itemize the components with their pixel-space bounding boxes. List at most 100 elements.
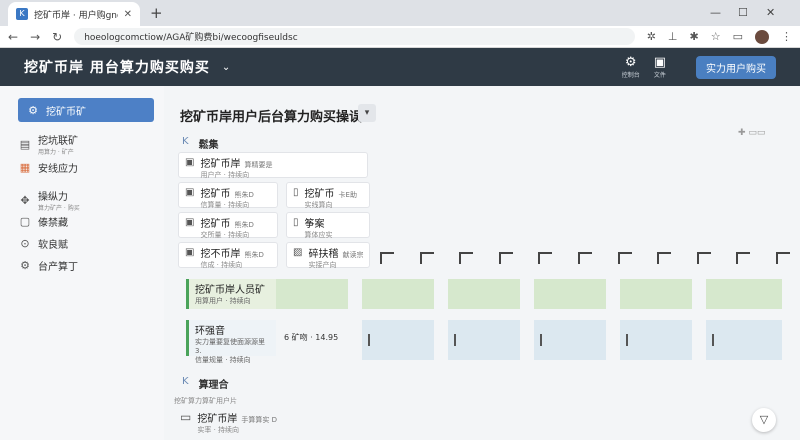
card-title: 碎扶稽 (308, 249, 339, 260)
buy-button[interactable]: 实力用户购买 (696, 55, 776, 79)
list-item[interactable]: ▯ 筝案 算体应实 (286, 212, 370, 239)
column-marker (498, 252, 513, 264)
sidebar-item-label: 挖坑联矿 (38, 136, 78, 147)
puzzle-icon[interactable]: ✱ (690, 30, 699, 43)
grid-icon: ▦ (19, 161, 31, 174)
card-sub: 实接产向 (308, 261, 337, 269)
sidebar-item-sub: 算力矿产 · 购买 (38, 205, 80, 212)
card-title: 挖矿币岸 (200, 159, 241, 170)
section-header: K 算理合 (182, 376, 229, 391)
gear-icon: ⚙ (28, 103, 38, 117)
console-label: 控制台 (621, 71, 640, 79)
cell-marker (368, 334, 370, 346)
folder-icon: ▣ (653, 54, 666, 70)
maximize-button[interactable]: ☐ (738, 6, 748, 19)
card-title: 挖不币岸 (200, 249, 241, 260)
section-marker: K (182, 376, 189, 387)
sidebar-item-operations[interactable]: ✥ 操纵力 算力矿产 · 购买 (18, 188, 154, 212)
favicon-icon: K (16, 8, 28, 20)
close-window-button[interactable]: ✕ (766, 6, 775, 19)
table-cell[interactable] (276, 279, 348, 309)
menu-icon[interactable]: ⋮ (781, 30, 792, 43)
table-cell[interactable] (706, 320, 782, 360)
settings-icon: ⚙ (20, 259, 30, 272)
forward-icon[interactable]: → (30, 30, 40, 44)
column-marker (775, 252, 790, 264)
extension-icon[interactable]: ✲ (647, 30, 656, 43)
page-title: 挖矿币岸用户后台算力购买操误 (180, 110, 363, 125)
table-cell[interactable] (448, 279, 520, 309)
cell-marker (626, 334, 628, 346)
table-row[interactable]: 挖矿币岸人员矿 用算用户 · 持续向 (186, 279, 276, 309)
document-icon: ▤ (19, 137, 31, 151)
list-item[interactable]: ▭ 挖矿币岸 手算算实 D 实率 · 持续向 (180, 410, 277, 435)
table-cell[interactable] (448, 320, 520, 360)
reload-icon[interactable]: ↻ (52, 30, 62, 44)
section-title: 鬆集 (198, 140, 219, 151)
list-item[interactable]: ▣ 挖不币岸 熊朱D 信成 · 持续向 (178, 242, 278, 269)
list-item[interactable]: ▯ 挖矿币 卡E助 实线算向 (286, 182, 370, 209)
sidebar-icon[interactable]: ▭ (733, 30, 743, 43)
filter-icon: ▽ (759, 413, 769, 426)
browser-tab[interactable]: K 挖矿币岸 · 用户购gnoman会 ✕ (8, 2, 140, 26)
clipboard-icon: ▣ (185, 157, 195, 168)
card-title: 挖矿币岸 (197, 414, 238, 425)
browser-toolbar: ← → ↻ hoeologcomctiow/AGA矿购费bi/wecoogfis… (0, 26, 800, 48)
sidebar-item-mining-union[interactable]: ▤ 挖坑联矿 用算力 · 矿产 (18, 132, 154, 156)
table-cell[interactable] (706, 279, 782, 309)
table-cell[interactable] (362, 279, 434, 309)
chevron-down-icon[interactable]: ⌄ (222, 62, 230, 73)
card-sub: 用户产 · 持续向 (200, 171, 250, 179)
clipboard-icon: ▣ (185, 217, 195, 228)
table-row[interactable]: 环强音 实力量要复使面源源里 3. 信量规量 · 持续向 (186, 320, 276, 364)
table-cell[interactable] (620, 279, 692, 309)
bookmark-star-icon[interactable]: ☆ (711, 30, 721, 43)
folder-icon: ▭ (180, 410, 192, 424)
back-icon[interactable]: ← (8, 30, 18, 44)
add-button[interactable]: ✚ ▭▭ (738, 128, 765, 138)
card-tag: 卡E助 (338, 191, 357, 199)
app-header: 挖矿币岸 用台算力购买购买 ⌄ ⚙ 控制台 ▣ 文件 实力用户购买 (0, 48, 800, 86)
list-item[interactable]: ▣ 挖矿币 熊朱D 交所量 · 持续向 (178, 212, 278, 239)
filter-button[interactable]: ▽ (752, 408, 776, 432)
address-bar[interactable]: hoeologcomctiow/AGA矿购费bi/wecoogfiseuldsc (74, 28, 635, 45)
new-tab-button[interactable]: + (150, 4, 163, 22)
tab-strip: K 挖矿币岸 · 用户购gnoman会 ✕ + — ☐ ✕ (0, 0, 800, 26)
document-icon: ▯ (293, 217, 299, 228)
row-sub-2: 信量规量 · 持续向 (195, 356, 251, 364)
row-title: 挖矿币岸人员矿 (195, 285, 265, 296)
close-tab-icon[interactable]: ✕ (124, 9, 132, 20)
card-tag: 算精要是 (244, 161, 273, 169)
sidebar-item-mining[interactable]: ⚙ 挖矿币矿 (18, 98, 154, 122)
column-marker (459, 252, 474, 264)
sidebar-item-settings[interactable]: ⚙ 台产算丁 (18, 258, 154, 273)
column-marker (657, 252, 672, 264)
card-tag: 熊朱D (234, 191, 254, 199)
sidebar-item-security[interactable]: ▦ 安线应力 (18, 160, 154, 175)
column-marker (736, 252, 751, 264)
profile-avatar[interactable] (755, 29, 769, 44)
table-cell[interactable] (534, 320, 606, 360)
main-content: 挖矿币岸用户后台算力购买操误 ▾ ✚ ▭▭ K 鬆集 ▣ 挖矿币岸 算精要是 用户… (164, 86, 800, 440)
card-tag: 熊朱D (244, 251, 264, 259)
card-sub: 信算量 · 持续向 (200, 201, 250, 209)
table-cell[interactable] (534, 279, 606, 309)
pin-icon[interactable]: ⊥ (668, 30, 678, 43)
files-button[interactable]: ▣ 文件 (653, 54, 666, 79)
sidebar-item-label: 台产算丁 (38, 262, 78, 273)
minimize-button[interactable]: — (710, 6, 721, 19)
page-dropdown-button[interactable]: ▾ (358, 104, 376, 122)
list-item[interactable]: ▣ 挖矿币岸 算精要是 用户产 · 持续向 (178, 152, 368, 179)
column-marker (617, 252, 632, 264)
edit-icon: ▨ (293, 247, 303, 258)
list-item[interactable]: ▣ 挖矿币 熊朱D 信算量 · 持续向 (178, 182, 278, 209)
table-cell[interactable] (620, 320, 692, 360)
section-header: K 鬆集 (182, 136, 219, 151)
app-title: 挖矿币岸 用台算力购买购买 (24, 60, 210, 76)
console-button[interactable]: ⚙ 控制台 (621, 55, 640, 79)
list-item[interactable]: ▨ 碎扶稽 献读宗 实接产向 (286, 242, 370, 269)
sidebar-item-messages[interactable]: ▢ 傣禁藏 (18, 214, 154, 229)
sidebar-item-network[interactable]: ⊙ 软良赋 (18, 236, 154, 251)
table-cell[interactable] (362, 320, 434, 360)
card-sub: 实线算向 (304, 201, 333, 209)
